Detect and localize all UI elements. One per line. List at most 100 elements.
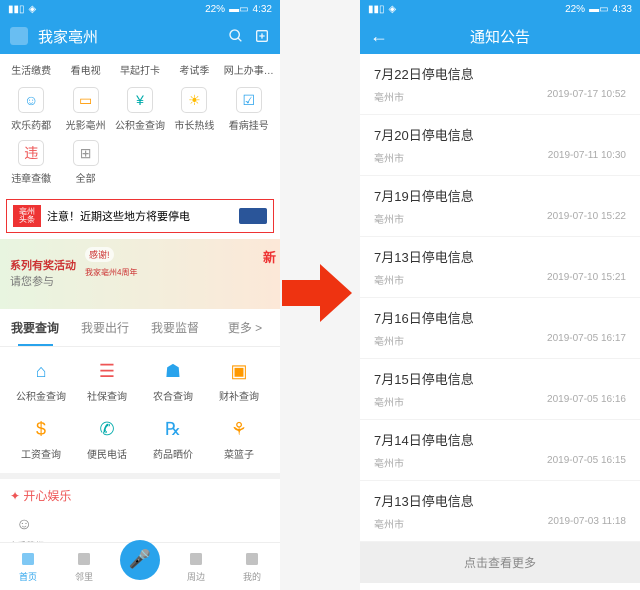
service-label: 农合查询	[153, 388, 193, 403]
mid-cat-4[interactable]: ☑看病挂号	[222, 87, 276, 132]
top-cat-1[interactable]: 看电视	[58, 62, 112, 77]
service-6[interactable]: ℞药品晒价	[140, 417, 206, 461]
load-more-button[interactable]: 点击查看更多	[360, 542, 640, 583]
banner-text: 注意！近期这些地方将要停电	[47, 208, 233, 224]
mid-cat-1[interactable]: ▭光影亳州	[58, 87, 112, 132]
top-cat-2[interactable]: 早起打卡	[113, 62, 167, 77]
nav-0[interactable]: 首页	[0, 550, 56, 583]
top-cat-0[interactable]: 生活缴费	[4, 62, 58, 77]
notice-item-1[interactable]: 7月20日停电信息亳州市 2019-07-11 10:30	[360, 115, 640, 176]
service-0[interactable]: ⌂公积金查询	[8, 359, 74, 403]
service-icon: ☰	[95, 359, 119, 383]
notice-item-7[interactable]: 7月13日停电信息亳州市2019-07-03 11:18	[360, 481, 640, 542]
tab-0[interactable]: 我要查询	[0, 309, 70, 346]
service-icon: ▣	[227, 359, 251, 383]
notice-item-0[interactable]: 7月22日停电信息亳州市2019-07-17 10:52	[360, 54, 640, 115]
tab-3[interactable]: 更多 >	[210, 309, 280, 346]
nav-4[interactable]: 我的	[224, 550, 280, 583]
notice-time: 2019-07-10 15:22	[547, 211, 626, 226]
promo-thanks-badge: 感谢!	[85, 247, 114, 262]
notice-location: 亳州市	[374, 150, 404, 165]
notice-title: 7月16日停电信息	[374, 308, 626, 327]
signal-icon: ▮▮▯	[368, 4, 385, 15]
cat-label: 网上办事…	[224, 62, 274, 77]
service-7[interactable]: ⚘菜篮子	[206, 417, 272, 461]
notice-title: 7月13日停电信息	[374, 247, 626, 266]
cat-label: 欢乐药都	[11, 117, 51, 132]
mic-icon: 🎤	[120, 540, 160, 580]
cat-label: 看电视	[71, 62, 101, 77]
mid-cat-0[interactable]: ☺欢乐药都	[4, 87, 58, 132]
add-icon[interactable]	[254, 28, 270, 44]
notice-item-4[interactable]: 7月16日停电信息亳州市 2019-07-05 16:17	[360, 298, 640, 359]
notice-header: ← 通知公告	[360, 18, 640, 54]
service-icon: ☗	[161, 359, 185, 383]
notice-title: 7月15日停电信息	[374, 369, 626, 388]
service-icon: ℞	[161, 417, 185, 441]
promo-banner[interactable]: 系列有奖活动 请您参与 感谢! 我家亳州4周年 新	[0, 239, 280, 309]
mid-categories: ☺欢乐药都▭光影亳州¥公积金查询☀市长热线☑看病挂号违违章查徽⊞全部	[0, 85, 280, 193]
service-2[interactable]: ☗ 农合查询	[140, 359, 206, 403]
notice-time: 2019-07-05 16:15	[547, 455, 626, 470]
cat-label: 公积金查询	[115, 117, 165, 132]
mid-cat-3[interactable]: ☀市长热线	[167, 87, 221, 132]
battery-icon: ▬▭	[229, 4, 248, 15]
service-label: 工资查询	[21, 446, 61, 461]
battery-icon: ▬▭	[589, 4, 608, 15]
tab-2[interactable]: 我要监督	[140, 309, 210, 346]
notice-title: 7月20日停电信息	[374, 125, 626, 144]
notice-item-2[interactable]: 7月19日停电信息亳州市2019-07-10 15:22	[360, 176, 640, 237]
cat-label: 光影亳州	[66, 117, 106, 132]
service-label: 菜篮子	[224, 446, 254, 461]
notice-location: 亳州市	[374, 272, 404, 287]
phone-left: ▮▮▯◈ 22%▬▭4:32 我家亳州 生活缴费看电视早起打卡考试季网上办事… …	[0, 0, 280, 590]
clock: 4:32	[253, 4, 272, 15]
tab-1[interactable]: 我要出行	[70, 309, 140, 346]
cat-label: 市长热线	[174, 117, 214, 132]
mid-cat-5[interactable]: 违违章查徽	[4, 140, 58, 185]
cat-label: 考试季	[179, 62, 209, 77]
notice-location: 亳州市	[374, 89, 404, 104]
arrow-icon	[282, 260, 352, 326]
notice-location: 亳州市	[374, 333, 404, 348]
notice-item-5[interactable]: 7月15日停电信息亳州市2019-07-05 16:16	[360, 359, 640, 420]
cat-icon: ¥	[127, 87, 153, 113]
notice-time: 2019-07-11 10:30	[548, 150, 626, 165]
service-icon: ✆	[95, 417, 119, 441]
nav-icon	[187, 550, 205, 568]
nav-1[interactable]: 邻里	[56, 550, 112, 583]
bottom-nav: 首页邻里🎤周边我的	[0, 542, 280, 590]
nav-3[interactable]: 周边	[168, 550, 224, 583]
service-3[interactable]: ▣财补查询	[206, 359, 272, 403]
cat-icon: ☑	[236, 87, 262, 113]
nav-mic[interactable]: 🎤	[112, 554, 168, 580]
notice-time: 2019-07-10 15:21	[547, 272, 626, 287]
banner-logo-icon: 亳州头条	[13, 205, 41, 227]
app-logo-icon	[10, 27, 28, 45]
notice-item-6[interactable]: 7月14日停电信息亳州市2019-07-05 16:15	[360, 420, 640, 481]
battery-text: 22%	[565, 4, 585, 15]
cat-icon: 违	[18, 140, 44, 166]
notice-location: 亳州市	[374, 455, 404, 470]
promo-anniv: 我家亳州4周年	[85, 267, 137, 278]
top-cat-4[interactable]: 网上办事…	[222, 62, 276, 77]
service-5[interactable]: ✆便民电话	[74, 417, 140, 461]
mid-cat-2[interactable]: ¥ 公积金查询	[113, 87, 167, 132]
service-4[interactable]: $工资查询	[8, 417, 74, 461]
notice-time: 2019-07-17 10:52	[547, 89, 626, 104]
promo-new-label: 新	[263, 247, 276, 266]
notice-item-3[interactable]: 7月13日停电信息亳州市 2019-07-10 15:21	[360, 237, 640, 298]
notice-time: 2019-07-03 11:18	[548, 516, 626, 531]
news-banner[interactable]: 亳州头条 注意！近期这些地方将要停电	[6, 199, 274, 233]
app-header: 我家亳州	[0, 18, 280, 54]
status-bar: ▮▮▯◈ 22%▬▭4:32	[0, 0, 280, 18]
service-1[interactable]: ☰ 社保查询	[74, 359, 140, 403]
notice-time: 2019-07-05 16:17	[547, 333, 626, 348]
mid-cat-6[interactable]: ⊞全部	[58, 140, 112, 185]
search-icon[interactable]	[228, 28, 244, 44]
cat-label: 违章查徽	[11, 170, 51, 185]
phone-right: ▮▮▯◈ 22%▬▭4:33 ← 通知公告 7月22日停电信息亳州市2019-0…	[360, 0, 640, 590]
notice-list[interactable]: 7月22日停电信息亳州市2019-07-17 10:527月20日停电信息亳州市…	[360, 54, 640, 542]
service-label: 社保查询	[87, 388, 127, 403]
top-cat-3[interactable]: 考试季	[167, 62, 221, 77]
